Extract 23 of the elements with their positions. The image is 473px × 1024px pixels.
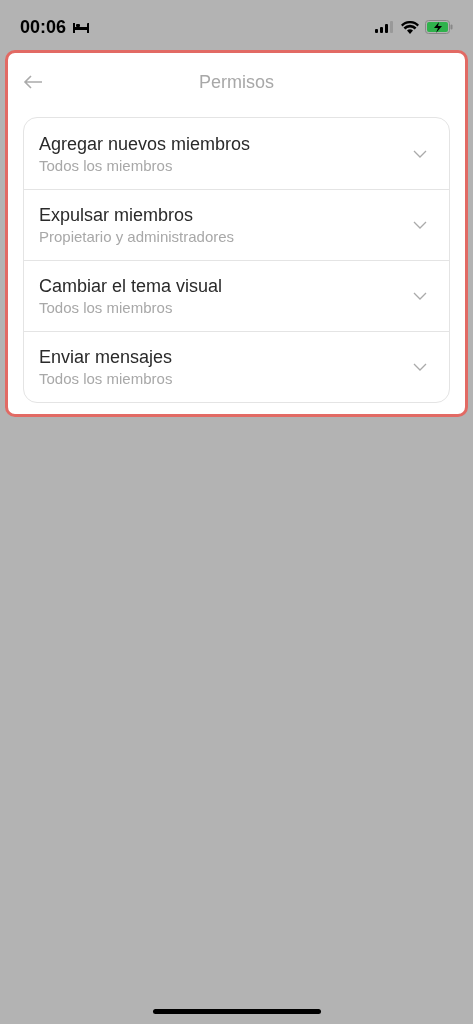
back-arrow-icon <box>23 75 43 89</box>
wifi-icon <box>401 20 419 34</box>
chevron-down-icon <box>413 149 427 158</box>
bed-icon <box>72 21 91 33</box>
page-title: Permisos <box>199 70 274 94</box>
chevron-down-icon <box>413 292 427 300</box>
permission-title: Cambiar el tema visual <box>39 275 223 298</box>
permission-row[interactable]: Agregar nuevos miembros Todos los miembros <box>24 118 449 189</box>
status-time: 00:06 <box>20 15 67 39</box>
permission-row[interactable]: Expulsar miembros Propietario y administradores <box>24 189 449 260</box>
permission-title: Agregar nuevos miembros <box>39 132 251 156</box>
permission-title: Enviar mensajes <box>39 346 173 369</box>
battery-icon <box>425 20 453 34</box>
permission-value: Todos los miembros <box>39 155 174 176</box>
permission-row[interactable]: Enviar mensajes Todos los miembros <box>24 331 449 402</box>
permission-title: Expulsar miembros <box>39 204 195 227</box>
chevron-down-icon <box>413 363 427 371</box>
signal-icon <box>375 21 395 33</box>
chevron-down-icon <box>413 221 427 229</box>
permission-value: Todos los miembros <box>39 298 174 318</box>
permission-row[interactable]: Cambiar el tema visual Todos los miembros <box>24 260 449 331</box>
permission-value: Propietario y administradores <box>39 227 235 247</box>
permission-value: Todos los miembros <box>39 369 173 389</box>
